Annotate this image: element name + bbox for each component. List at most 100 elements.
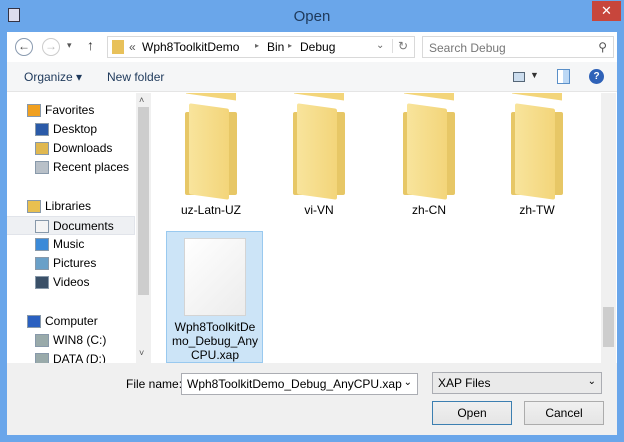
folder-icon bbox=[112, 40, 124, 54]
drive-icon bbox=[35, 334, 49, 347]
help-icon[interactable]: ? bbox=[589, 69, 604, 84]
recent-places-icon bbox=[35, 161, 49, 174]
file-type-select[interactable]: XAP Files ⌄ bbox=[432, 372, 602, 394]
file-name-label: File name: bbox=[126, 377, 183, 391]
downloads-icon bbox=[35, 142, 49, 155]
new-folder-button[interactable]: New folder bbox=[107, 70, 164, 84]
navigation-bar: ← → ▾ ↑ « Wph8ToolkitDemo ▸ Bin ▸ Debug … bbox=[7, 32, 617, 62]
sidebar-item-recent-places[interactable]: Recent places bbox=[7, 158, 135, 177]
folder-item[interactable]: uk-UA bbox=[488, 103, 586, 179]
music-icon bbox=[35, 238, 49, 251]
folder-label: uz-Latn-UZ bbox=[180, 203, 242, 217]
star-icon bbox=[27, 104, 41, 117]
file-list: sv-SEth-THtr-TRuk-UA uz-Latn-UZ vi-VN zh-CN… bbox=[152, 93, 602, 363]
breadcrumb-bin[interactable]: Bin bbox=[267, 40, 284, 54]
folder-item[interactable]: zh-TW bbox=[488, 124, 586, 217]
scroll-up-icon[interactable]: ˄ bbox=[139, 95, 144, 105]
sidebar-item-music[interactable]: Music bbox=[7, 235, 135, 254]
search-input[interactable]: Search Debug ⚲ bbox=[422, 36, 614, 58]
documents-icon bbox=[35, 220, 49, 233]
organize-button[interactable]: Organize ▾ bbox=[24, 70, 82, 84]
close-button[interactable]: ✕ bbox=[592, 1, 621, 21]
desktop-icon bbox=[35, 123, 49, 136]
folder-icon bbox=[294, 93, 344, 101]
up-button[interactable]: ↑ bbox=[87, 37, 94, 53]
folder-item[interactable]: th-TH bbox=[270, 103, 368, 179]
sidebar-item-label: Libraries bbox=[45, 199, 92, 213]
folder-item[interactable]: tr-TR bbox=[380, 103, 478, 179]
folder-item[interactable]: zh-CN bbox=[380, 124, 478, 217]
folder-item[interactable]: vi-VN bbox=[270, 124, 368, 217]
videos-icon bbox=[35, 276, 49, 289]
sidebar-item-libraries[interactable]: Libraries bbox=[7, 197, 135, 216]
search-icon: ⚲ bbox=[598, 40, 607, 54]
folder-icon bbox=[185, 124, 237, 200]
sidebar-item-computer[interactable]: Computer bbox=[7, 312, 135, 331]
view-dropdown-icon[interactable]: ▼ bbox=[530, 70, 539, 80]
file-label: Wph8ToolkitDemo_Debug_AnyCPU.xap bbox=[171, 320, 259, 362]
bottom-panel: File name: Wph8ToolkitDemo_Debug_AnyCPU.… bbox=[7, 363, 617, 435]
address-dropdown-icon[interactable]: ⌄ bbox=[376, 40, 384, 51]
breadcrumb-separator-icon: ▸ bbox=[288, 41, 293, 50]
chevron-down-icon: ⌄ bbox=[587, 376, 596, 387]
sidebar-item-label: Pictures bbox=[53, 256, 97, 270]
address-bar[interactable]: « Wph8ToolkitDemo ▸ Bin ▸ Debug ⌄ ↻ bbox=[107, 36, 415, 58]
libraries-icon bbox=[27, 200, 41, 213]
chevron-down-icon[interactable]: ⌄ bbox=[404, 377, 412, 388]
title-bar: Open ✕ bbox=[0, 0, 624, 32]
sidebar-scroll-thumb[interactable] bbox=[138, 107, 149, 295]
sidebar-item-label: WIN8 (C:) bbox=[53, 333, 107, 347]
file-item-selected[interactable]: Wph8ToolkitDemo_Debug_AnyCPU.xap bbox=[166, 231, 263, 363]
change-view-icon[interactable] bbox=[513, 72, 525, 82]
refresh-button[interactable]: ↻ bbox=[392, 39, 408, 53]
file-icon bbox=[184, 238, 246, 316]
back-button[interactable]: ← bbox=[15, 38, 33, 56]
sidebar-scrollbar[interactable]: ˄ ˅ bbox=[136, 93, 151, 363]
dialog-body: ← → ▾ ↑ « Wph8ToolkitDemo ▸ Bin ▸ Debug … bbox=[7, 32, 617, 435]
sidebar-item-label: Favorites bbox=[45, 103, 95, 117]
preview-pane-icon[interactable] bbox=[557, 69, 570, 84]
sidebar-item-downloads[interactable]: Downloads bbox=[7, 139, 135, 158]
sidebar-item-label: Documents bbox=[53, 219, 114, 233]
file-type-value: XAP Files bbox=[438, 376, 491, 390]
scroll-down-icon[interactable]: ˅ bbox=[139, 348, 144, 358]
sidebar-item-label: Recent places bbox=[53, 160, 130, 174]
file-list-scroll-thumb[interactable] bbox=[603, 307, 614, 347]
folder-label: zh-TW bbox=[519, 203, 555, 217]
sidebar-item-label: Music bbox=[53, 237, 85, 251]
search-placeholder: Search Debug bbox=[429, 41, 506, 55]
toolbar: Organize ▾ New folder ▼ ? bbox=[7, 62, 617, 92]
computer-icon bbox=[27, 315, 41, 328]
folder-icon bbox=[404, 93, 454, 101]
sidebar-item-label: Computer bbox=[45, 314, 98, 328]
file-name-value: Wph8ToolkitDemo_Debug_AnyCPU.xap bbox=[187, 377, 402, 391]
forward-button[interactable]: → bbox=[42, 38, 60, 56]
pictures-icon bbox=[35, 257, 49, 270]
sidebar-item-favorites[interactable]: Favorites bbox=[7, 101, 135, 120]
folder-icon bbox=[293, 124, 345, 200]
breadcrumb-debug[interactable]: Debug bbox=[300, 40, 335, 54]
sidebar-item-pictures[interactable]: Pictures bbox=[7, 254, 135, 273]
folder-item[interactable]: uz-Latn-UZ bbox=[162, 124, 260, 217]
open-button[interactable]: Open bbox=[432, 401, 512, 425]
recent-locations-button[interactable]: ▾ bbox=[67, 40, 72, 51]
sidebar-item-label: Desktop bbox=[53, 122, 98, 136]
file-name-input[interactable]: Wph8ToolkitDemo_Debug_AnyCPU.xap ⌄ bbox=[181, 373, 418, 395]
sidebar-item-videos[interactable]: Videos bbox=[7, 273, 135, 292]
sidebar-item-win8-c[interactable]: WIN8 (C:) bbox=[7, 331, 135, 350]
overflow-chevron[interactable]: « bbox=[129, 40, 136, 54]
sidebar-item-desktop[interactable]: Desktop bbox=[7, 120, 135, 139]
sidebar-item-label: Videos bbox=[53, 275, 90, 289]
cancel-button[interactable]: Cancel bbox=[524, 401, 604, 425]
folder-label: zh-CN bbox=[411, 203, 446, 217]
breadcrumb-wph8toolkitdemo[interactable]: Wph8ToolkitDemo bbox=[142, 40, 239, 54]
folder-label: vi-VN bbox=[304, 203, 334, 217]
folder-icon bbox=[511, 124, 563, 200]
folder-item[interactable]: sv-SE bbox=[162, 103, 260, 179]
breadcrumb-separator-icon: ▸ bbox=[255, 41, 260, 50]
folder-icon bbox=[186, 93, 236, 101]
sidebar-item-documents[interactable]: Documents bbox=[7, 216, 135, 235]
window-title: Open bbox=[293, 8, 331, 25]
file-list-scrollbar[interactable] bbox=[601, 93, 616, 363]
folder-icon bbox=[512, 93, 562, 101]
